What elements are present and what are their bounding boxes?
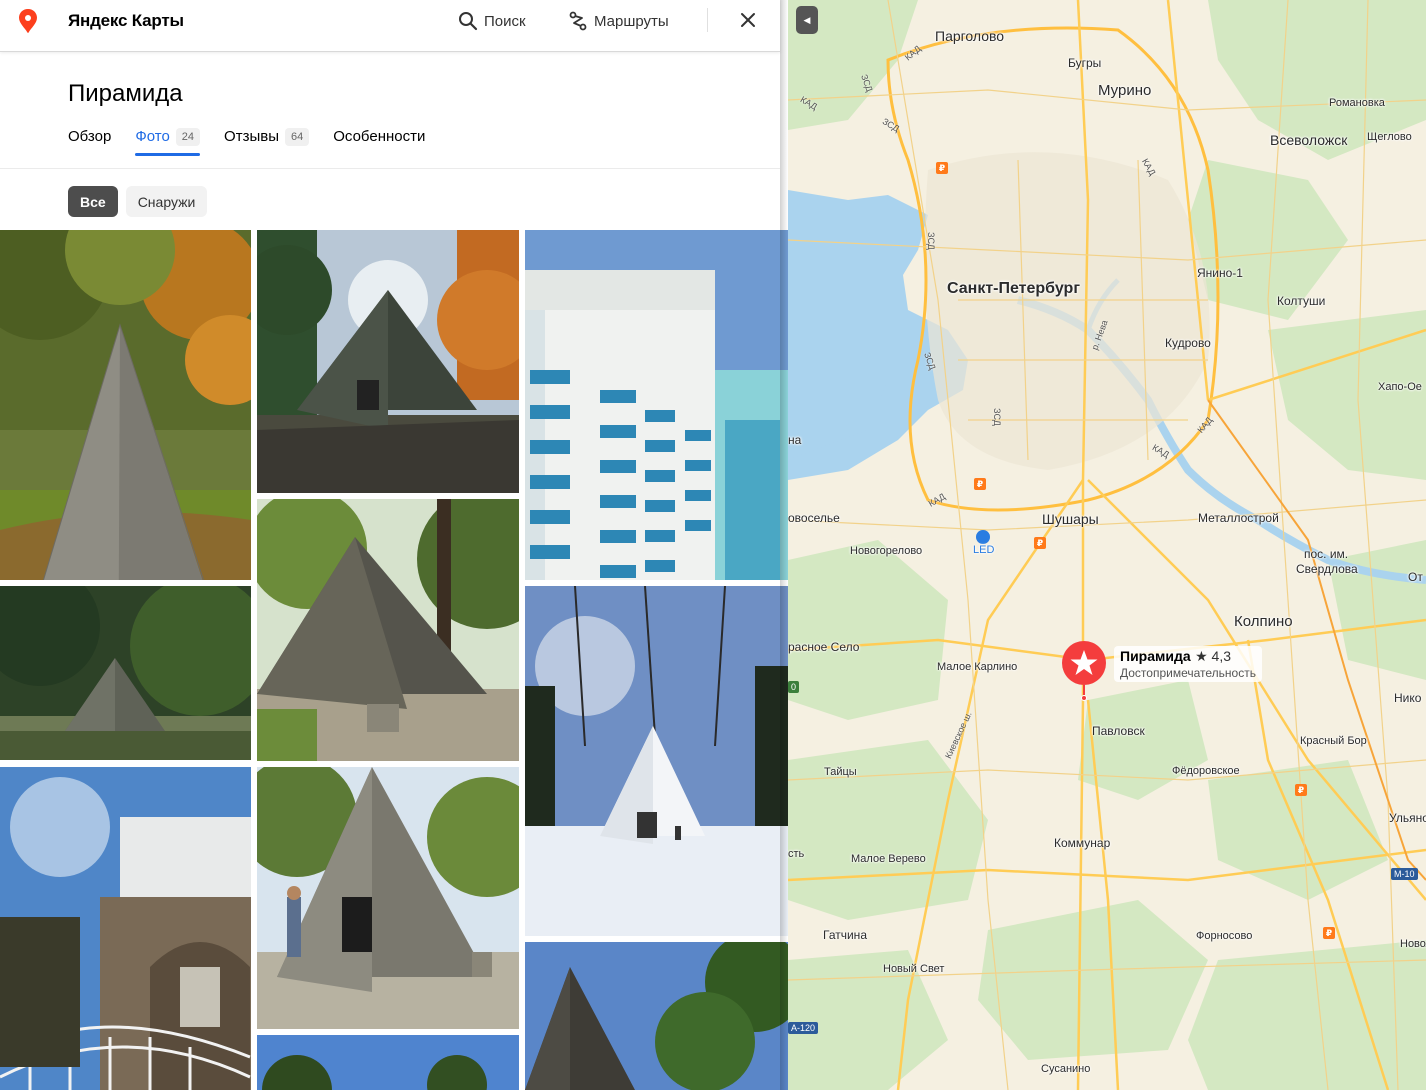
map-view[interactable]: ◀ Парголово Бугры Мурино Романовка Всево… [788,0,1426,1090]
map-label: Малое Карлино [937,661,1018,673]
tab-photos[interactable]: Фото 24 [135,128,201,158]
map-label: Санкт-Петербург [947,280,1080,297]
photo-thumbnail[interactable] [257,1035,519,1090]
photo-thumbnail[interactable] [525,586,788,936]
map-label: Бугры [1068,56,1102,70]
marker-place-name: Пирамида [1120,648,1191,664]
map-label: Мурино [1098,82,1152,99]
atm-icon[interactable]: ₽ [974,478,986,490]
place-tabs: Обзор Фото 24 Отзывы 64 Особенности [68,128,449,158]
map-label: сть [788,848,805,860]
tab-reviews[interactable]: Отзывы 64 [224,128,310,158]
map-label: расное Село [788,640,860,654]
app-title[interactable]: Яндекс Карты [68,11,184,31]
search-button[interactable]: Поиск [458,9,526,33]
road-label: ЗСД [991,408,1002,426]
map-label: От [1408,570,1423,584]
map-label: Новолі [1400,938,1426,950]
map-label: Парголово [935,28,1005,44]
map-label: Романовка [1329,97,1385,109]
airport-icon[interactable] [976,530,990,544]
tab-count-badge: 64 [285,128,310,146]
map-label: Новый Свет [883,963,945,975]
tab-label: Обзор [68,128,112,145]
tab-label: Особенности [333,128,426,145]
map-label: Фёдоровское [1172,765,1240,777]
map-label: Ульянов [1389,811,1426,825]
place-marker-label[interactable]: Пирамида ★ 4,3 Достопримечательность [1114,646,1262,682]
map-label: Малое Верево [851,853,926,865]
photo-thumbnail[interactable] [525,942,788,1090]
photo-thumbnail[interactable] [257,767,519,1029]
place-panel: Яндекс Карты Поиск Маршруты Пирамида Обз… [0,0,788,1090]
map-label: овоселье [788,511,840,525]
atm-icon[interactable]: ₽ [936,162,948,174]
map-label: Кудрово [1165,336,1211,350]
atm-icon[interactable]: ₽ [1295,784,1307,796]
highway-shield: А-120 [788,1022,819,1034]
map-label: Гатчина [823,928,867,942]
tab-label: Отзывы [224,128,279,145]
filter-all-chip[interactable]: Все [68,186,118,217]
place-title: Пирамида [68,80,183,107]
yandex-maps-pin-icon[interactable] [18,9,38,33]
map-label: Тайцы [824,766,857,778]
map-label: Колтуши [1277,294,1326,308]
search-button-label: Поиск [484,12,526,30]
routes-button-label: Маршруты [594,12,669,30]
map-label: Хапо-Ое [1378,381,1422,393]
marker-rating: ★ 4,3 [1195,648,1232,664]
map-label: Новогорелово [850,545,923,557]
atm-icon[interactable]: ₽ [1323,927,1335,939]
map-label: LED [973,544,995,556]
road-label: ЗСД [925,232,936,250]
close-icon[interactable] [738,10,758,30]
top-bar: Яндекс Карты Поиск Маршруты [0,0,780,52]
photo-thumbnail[interactable] [0,586,251,760]
tab-features[interactable]: Особенности [333,128,425,158]
map-label: Павловск [1092,724,1145,738]
photo-thumbnail[interactable] [525,230,788,580]
map-label: Сусанино [1041,1063,1091,1075]
highway-shield: 0 [788,681,800,693]
map-label: Нико [1394,691,1422,705]
photo-thumbnail[interactable] [257,499,519,761]
map-label: Металлострой [1198,511,1279,525]
routes-button[interactable]: Маршруты [568,9,669,33]
search-icon [459,12,478,31]
map-label: Шушары [1042,511,1099,527]
map-label: Красный Бор [1300,735,1367,747]
photo-filters: Все Снаружи [68,186,208,217]
photo-thumbnail[interactable] [0,230,251,580]
marker-category: Достопримечательность [1120,666,1256,680]
map-label: Всеволожск [1270,132,1348,148]
map-label: Колпино [1234,613,1293,630]
map-label: пос. им. [1304,547,1349,561]
atm-icon[interactable]: ₽ [1034,537,1046,549]
map-label: Свердлова [1296,562,1358,576]
tabs-divider [0,168,780,169]
photo-thumbnail[interactable] [0,767,251,1090]
tab-overview[interactable]: Обзор [68,128,111,158]
routes-icon [569,11,587,31]
map-label: Форносово [1196,930,1253,942]
map-label: на [788,433,802,447]
place-marker-icon[interactable] [1060,641,1108,701]
filter-outside-chip[interactable]: Снаружи [125,186,208,217]
map-label: Коммунар [1054,836,1111,850]
tab-count-badge: 24 [175,128,201,146]
map-label: Янино-1 [1197,266,1243,280]
photo-thumbnail[interactable] [257,230,519,493]
map-label: Щеглово [1367,131,1412,143]
highway-shield: М-10 [1391,868,1418,880]
collapse-panel-button[interactable]: ◀ [796,6,818,34]
top-bar-divider [707,8,708,32]
tab-label: Фото [135,128,170,145]
